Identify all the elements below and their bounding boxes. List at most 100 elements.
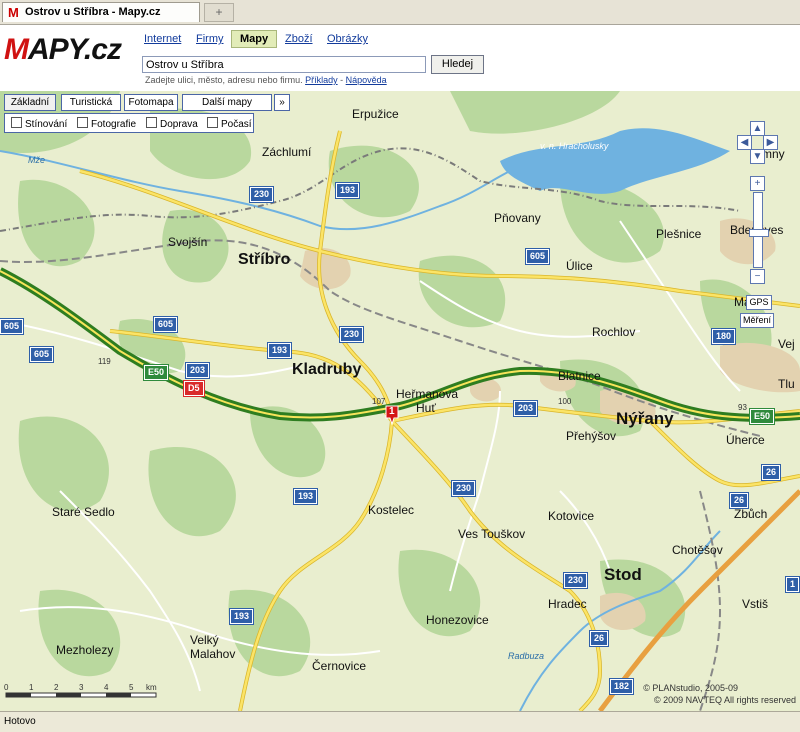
layer-pocasi[interactable]: Počasí xyxy=(207,117,252,130)
scale-tick: 0 xyxy=(4,683,9,692)
nav-mapy[interactable]: Mapy xyxy=(231,30,278,48)
road-shield: 26 xyxy=(762,465,781,480)
place-label: Velký xyxy=(190,633,219,647)
place-label: Honezovice xyxy=(426,613,489,627)
place-label: Plešnice xyxy=(656,227,702,241)
zoom-in-button[interactable]: + xyxy=(750,176,765,191)
search-button[interactable]: Hledej xyxy=(431,55,484,74)
copyright-line-2: © 2009 NAVTEQ All rights reserved xyxy=(653,695,796,705)
map-canvas[interactable]: Základní Turistická Fotomapa Další mapy … xyxy=(0,91,800,711)
place-label: Záchlumí xyxy=(262,145,312,159)
km-marker: 100 xyxy=(558,397,572,406)
copyright-line-1: © PLANstudio, 2005-09 xyxy=(643,683,738,693)
scale-tick: 5 xyxy=(129,683,134,692)
reservoir-label: v. n. Hracholusky xyxy=(540,141,609,151)
pan-up-button[interactable]: ▲ xyxy=(750,121,765,136)
examples-link[interactable]: Příklady xyxy=(305,75,338,85)
road-shield: 203 xyxy=(514,401,538,416)
nav-obrazky[interactable]: Obrázky xyxy=(327,33,368,45)
pan-left-button[interactable]: ◀ xyxy=(737,135,752,150)
map-type-fotomapa[interactable]: Fotomapa xyxy=(124,94,178,111)
zoom-slider-thumb[interactable] xyxy=(749,229,769,237)
layer-doprava[interactable]: Doprava xyxy=(146,117,198,130)
river-label: Radbuza xyxy=(508,651,545,661)
place-label: Huť xyxy=(416,401,436,415)
place-label: Nýřany xyxy=(616,409,674,428)
layer-stinovani[interactable]: Stínování xyxy=(11,117,67,130)
road-shield: 193 xyxy=(268,343,292,358)
browser-tab[interactable]: M Ostrov u Stříbra - Mapy.cz xyxy=(2,2,200,22)
road-shield: 193 xyxy=(230,609,254,624)
place-label: Úlice xyxy=(566,259,593,273)
road-shield: 230 xyxy=(564,573,588,588)
site-header: MAPY.cz Internet Firmy Mapy Zboží Obrázk… xyxy=(0,25,800,91)
scale-tick: 2 xyxy=(54,683,59,692)
hint-separator: - xyxy=(340,75,344,85)
map-graphics xyxy=(0,91,800,711)
map-type-turisticka[interactable]: Turistická xyxy=(61,94,121,111)
pan-down-button[interactable]: ▼ xyxy=(750,149,765,164)
place-label: Stod xyxy=(604,565,642,584)
nav-zbozi[interactable]: Zboží xyxy=(285,33,313,45)
km-marker: 107 xyxy=(372,397,386,406)
reservoir-hracholusky xyxy=(500,128,730,194)
scale-bar xyxy=(5,692,157,698)
checkbox-icon xyxy=(207,117,218,128)
road-shield: 182 xyxy=(610,679,634,694)
zoom-out-button[interactable]: − xyxy=(750,269,765,284)
forest-areas xyxy=(0,91,772,677)
road-shield: 605 xyxy=(0,319,24,334)
layer-label: Doprava xyxy=(160,119,198,130)
place-label: Kotovice xyxy=(548,509,595,523)
road-shield: 230 xyxy=(340,327,364,342)
map-type-dalsi[interactable]: Další mapy xyxy=(182,94,272,111)
layer-label: Fotografie xyxy=(91,119,137,130)
place-label: Kostelec xyxy=(368,503,415,517)
road-shield: 230 xyxy=(452,481,476,496)
zoom-slider[interactable] xyxy=(749,192,769,268)
road-shield-e50: E50 xyxy=(750,409,775,424)
place-label: Vej xyxy=(778,337,795,351)
gps-button[interactable]: GPS xyxy=(746,295,772,310)
km-marker: 93 xyxy=(738,403,747,412)
road-shield: 203 xyxy=(186,363,210,378)
scale-tick: 3 xyxy=(79,683,84,692)
tab-title: Ostrov u Stříbra - Mapy.cz xyxy=(25,6,161,18)
browser-status-bar: Hotovo xyxy=(0,711,800,732)
help-link[interactable]: Nápověda xyxy=(346,75,387,85)
logo-text: APY.cz xyxy=(28,33,122,66)
road-shield: 605 xyxy=(30,347,54,362)
location-marker[interactable]: 1 xyxy=(385,405,399,425)
km-marker: 119 xyxy=(98,357,111,366)
place-label: Pňovany xyxy=(494,211,541,225)
checkbox-icon xyxy=(146,117,157,128)
nav-internet[interactable]: Internet xyxy=(144,33,181,45)
more-types-button[interactable]: » xyxy=(274,94,290,111)
place-label: Kladruby xyxy=(292,361,362,378)
railway-south xyxy=(699,490,722,711)
map-type-zakladni[interactable]: Základní xyxy=(4,94,56,111)
search-input[interactable] xyxy=(142,56,426,73)
place-label: Rochlov xyxy=(592,325,636,339)
new-tab-button[interactable]: + xyxy=(204,3,234,22)
measure-button[interactable]: Měření xyxy=(740,313,774,328)
place-label: Stříbro xyxy=(238,251,291,268)
pan-right-button[interactable]: ▶ xyxy=(763,135,778,150)
place-label: Chotěšov xyxy=(672,543,723,557)
scale-tick: 4 xyxy=(104,683,109,692)
nav-firmy[interactable]: Firmy xyxy=(196,33,224,45)
road-shield: 193 xyxy=(336,183,360,198)
road-shield: 230 xyxy=(250,187,274,202)
place-label: Zbůch xyxy=(734,507,768,521)
search-hint: Zadejte ulici, město, adresu nebo firmu.… xyxy=(145,75,387,85)
road-shield: 605 xyxy=(154,317,178,332)
road-shield: 193 xyxy=(294,489,318,504)
place-label: Svojšín xyxy=(168,235,208,249)
road-shield: 180 xyxy=(712,329,736,344)
mapy-logo[interactable]: MAPY.cz xyxy=(4,33,122,67)
layer-fotografie[interactable]: Fotografie xyxy=(77,117,136,130)
road-shield-d5: D5 xyxy=(184,381,204,396)
place-label: Ves Touškov xyxy=(458,527,526,541)
layer-checkboxes: Stínování Fotografie Doprava Počasí xyxy=(4,113,254,133)
place-label: Mezholezy xyxy=(56,643,114,657)
